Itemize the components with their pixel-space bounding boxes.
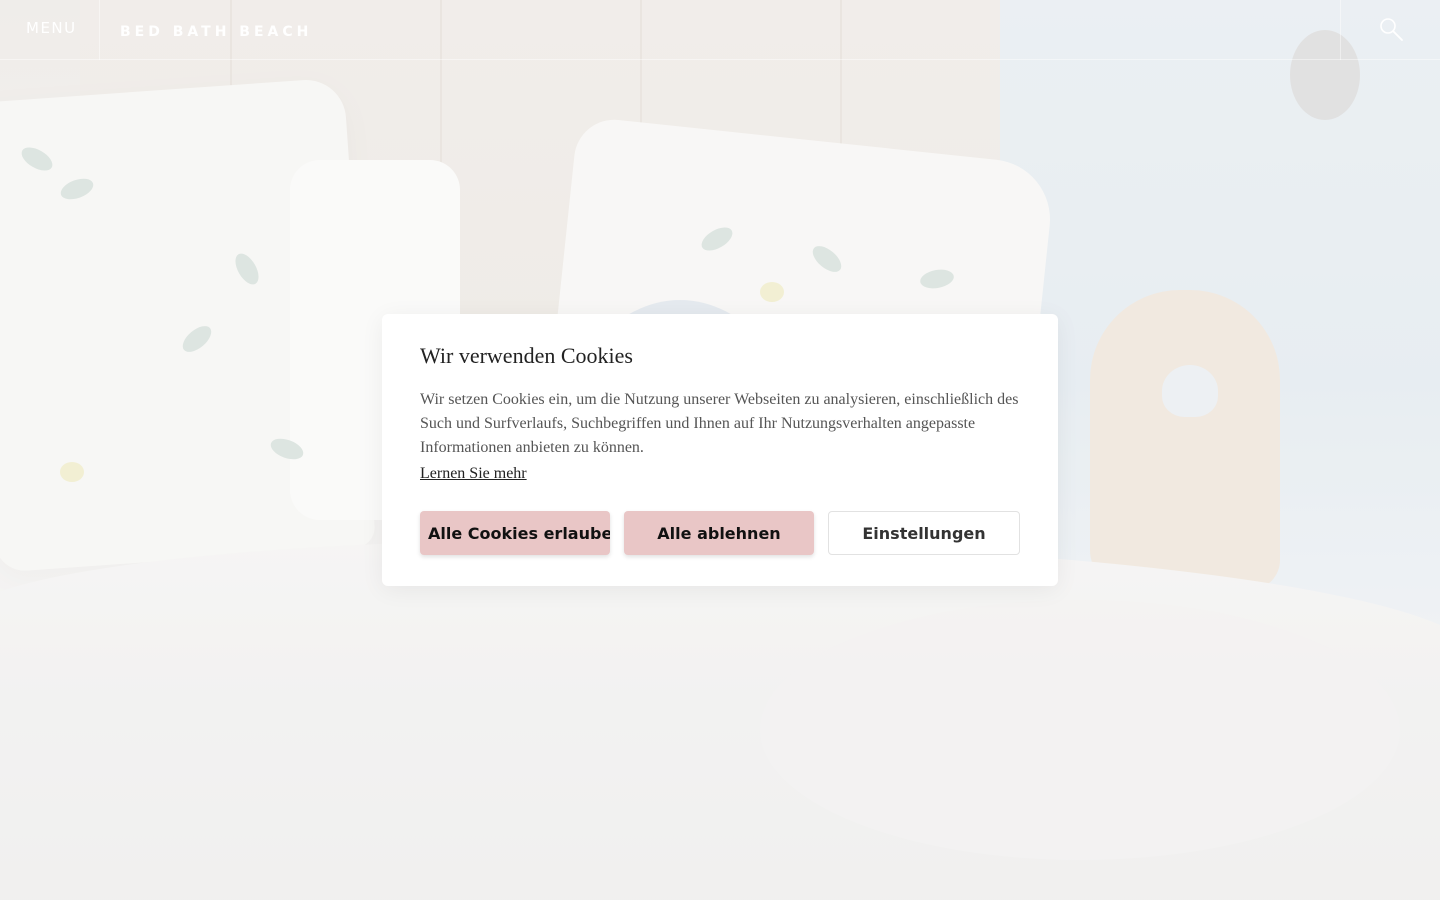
search-icon: [1380, 18, 1403, 41]
cookie-dialog-title: Wir verwenden Cookies: [420, 343, 633, 368]
site-header: Menu BED BATH BEACH: [0, 0, 1440, 60]
cookie-dialog-text: Wir setzen Cookies ein, um die Nutzung u…: [420, 391, 1019, 456]
menu-button[interactable]: Menu: [0, 0, 100, 60]
search-button[interactable]: [1340, 0, 1440, 60]
cookie-consent-dialog: Wir verwenden Cookies Wir setzen Cookies…: [382, 314, 1058, 586]
learn-more-link[interactable]: Lernen Sie mehr: [420, 465, 527, 483]
cookie-settings-button[interactable]: Einstellungen: [828, 511, 1020, 555]
site-title-link[interactable]: BED BATH BEACH: [120, 24, 312, 40]
allow-all-cookies-button[interactable]: Alle Cookies erlauben: [420, 511, 610, 555]
menu-label: Menu: [26, 19, 77, 37]
reject-all-cookies-button[interactable]: Alle ablehnen: [624, 511, 814, 555]
